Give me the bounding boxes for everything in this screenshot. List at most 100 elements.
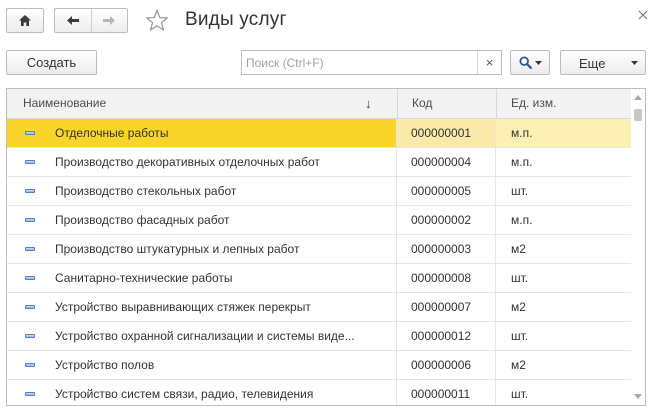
- row-code: 000000003: [411, 242, 472, 256]
- column-divider: [396, 206, 397, 234]
- column-divider: [396, 177, 397, 205]
- search-clear-button[interactable]: ×: [477, 51, 501, 74]
- row-code: 000000004: [411, 155, 472, 169]
- row-unit: м2: [511, 242, 526, 256]
- table-header: Наименование ↓ Код Ед. изм.: [7, 89, 631, 119]
- catalog-item-icon: [25, 218, 35, 222]
- table-row[interactable]: Отделочные работы 000000001 м.п.: [7, 119, 631, 148]
- forward-button[interactable]: [90, 9, 128, 32]
- catalog-item-icon: [25, 276, 35, 280]
- item-icon-cell: [25, 206, 39, 234]
- item-icon-cell: [25, 351, 39, 379]
- row-name: Производство стекольных работ: [55, 184, 237, 198]
- table-row[interactable]: Производство фасадных работ 000000002 м.п.: [7, 206, 631, 235]
- column-divider: [396, 235, 397, 263]
- row-unit: м.п.: [511, 213, 533, 227]
- create-button[interactable]: Создать: [6, 50, 97, 75]
- item-icon-cell: [25, 293, 39, 321]
- chevron-down-icon: [631, 61, 638, 65]
- column-header-unit[interactable]: Ед. изм.: [496, 89, 631, 119]
- catalog-item-icon: [25, 189, 35, 193]
- title-bar: Виды услуг: [0, 0, 654, 44]
- page-title: Виды услуг: [185, 9, 287, 30]
- search-options-button[interactable]: [510, 50, 550, 75]
- more-button[interactable]: Еще: [560, 50, 646, 75]
- row-name: Производство декоративных отделочных раб…: [55, 155, 320, 169]
- search-input[interactable]: [242, 51, 478, 74]
- row-code: 000000012: [411, 329, 472, 343]
- column-divider: [495, 177, 496, 205]
- column-divider: [495, 119, 496, 147]
- close-button[interactable]: [636, 8, 650, 22]
- row-name: Производство штукатурных и лепных работ: [55, 242, 300, 256]
- services-table: Наименование ↓ Код Ед. изм. Отделочные р…: [6, 88, 646, 406]
- row-unit: м.п.: [511, 155, 533, 169]
- row-name: Устройство охранной сигнализации и систе…: [55, 329, 355, 343]
- row-name: Устройство систем связи, радио, телевиде…: [55, 387, 314, 401]
- catalog-item-icon: [25, 363, 35, 367]
- more-button-label: Еще: [579, 56, 606, 71]
- column-divider: [495, 322, 496, 350]
- table-row[interactable]: Устройство систем связи, радио, телевиде…: [7, 380, 631, 405]
- item-icon-cell: [25, 264, 39, 292]
- row-name: Устройство полов: [55, 358, 155, 372]
- row-unit: м2: [511, 300, 526, 314]
- column-divider: [396, 148, 397, 176]
- column-header-name[interactable]: Наименование ↓: [7, 89, 397, 119]
- search-icon: [518, 56, 532, 69]
- row-code: 000000006: [411, 358, 472, 372]
- close-icon: [638, 10, 648, 20]
- row-code: 000000007: [411, 300, 472, 314]
- row-code: 000000011: [411, 387, 471, 401]
- table-row[interactable]: Производство стекольных работ 000000005 шт…: [7, 177, 631, 206]
- back-button[interactable]: [55, 9, 91, 32]
- search-box: ×: [241, 50, 502, 75]
- item-icon-cell: [25, 322, 39, 350]
- arrow-right-icon: [103, 16, 116, 25]
- item-icon-cell: [25, 380, 39, 405]
- column-divider: [396, 351, 397, 379]
- column-header-name-label: Наименование: [23, 96, 107, 110]
- scroll-down-icon[interactable]: [634, 394, 642, 399]
- table-row[interactable]: Устройство полов 000000006 м2: [7, 351, 631, 380]
- row-name: Санитарно-технические работы: [55, 271, 233, 285]
- row-unit: шт.: [511, 271, 529, 285]
- item-icon-cell: [25, 235, 39, 263]
- column-divider: [495, 206, 496, 234]
- row-code: 000000005: [411, 184, 472, 198]
- catalog-item-icon: [25, 392, 35, 396]
- home-button[interactable]: [6, 8, 44, 33]
- chevron-down-icon: [534, 60, 542, 65]
- star-icon: [145, 9, 169, 31]
- table-row[interactable]: Производство штукатурных и лепных работ 0…: [7, 235, 631, 264]
- favorite-button[interactable]: [144, 7, 170, 33]
- table-row[interactable]: Устройство охранной сигнализации и систе…: [7, 322, 631, 351]
- column-divider: [396, 322, 397, 350]
- table-row[interactable]: Производство декоративных отделочных раб…: [7, 148, 631, 177]
- clear-icon: ×: [485, 55, 494, 70]
- column-divider: [396, 293, 397, 321]
- catalog-item-icon: [25, 131, 35, 135]
- item-icon-cell: [25, 177, 39, 205]
- row-name: Устройство выравнивающих стяжек перекрыт: [55, 300, 311, 314]
- row-unit: м.п.: [511, 126, 533, 140]
- row-unit: м2: [511, 358, 526, 372]
- table-row[interactable]: Санитарно-технические работы 000000008 шт.: [7, 264, 631, 293]
- column-divider: [495, 264, 496, 292]
- column-divider: [495, 148, 496, 176]
- column-divider: [396, 119, 397, 147]
- table-row[interactable]: Устройство выравнивающих стяжек перекрыт…: [7, 293, 631, 322]
- catalog-item-icon: [25, 160, 35, 164]
- sort-arrow-icon: ↓: [365, 96, 372, 111]
- scroll-up-icon[interactable]: [634, 95, 642, 100]
- catalog-item-icon: [25, 305, 35, 309]
- column-header-code[interactable]: Код: [397, 89, 496, 119]
- catalog-item-icon: [25, 247, 35, 251]
- item-icon-cell: [25, 119, 39, 147]
- arrow-left-icon: [66, 16, 79, 25]
- column-divider: [396, 380, 397, 405]
- row-code: 000000008: [411, 271, 472, 285]
- column-divider: [396, 264, 397, 292]
- vertical-scrollbar[interactable]: [631, 89, 645, 405]
- scrollbar-thumb[interactable]: [634, 109, 642, 121]
